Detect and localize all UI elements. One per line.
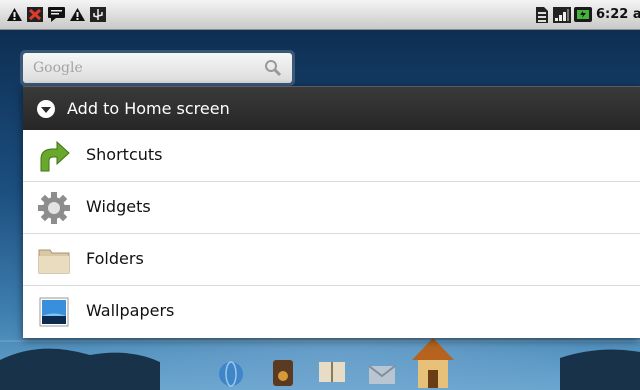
menu-item-folders[interactable]: Folders	[23, 234, 640, 286]
sim-icon	[536, 7, 548, 23]
status-clock: 6:22 am	[596, 7, 640, 22]
shortcut-arrow-icon	[40, 140, 70, 172]
dialog-title: Add to Home screen	[67, 99, 230, 118]
menu-item-widgets[interactable]: Widgets	[23, 182, 640, 234]
wallpaper-icon	[39, 297, 69, 327]
menu-item-label: Wallpapers	[86, 301, 175, 320]
dialog-header: Add to Home screen	[23, 86, 640, 131]
menu-item-label: Shortcuts	[86, 145, 163, 164]
menu-item-wallpapers[interactable]: Wallpapers	[23, 286, 640, 337]
google-search-widget[interactable]: Google	[20, 50, 295, 86]
menu-item-label: Folders	[86, 249, 144, 268]
home-dock	[200, 338, 500, 390]
warning-icon	[70, 8, 85, 21]
add-to-home-dialog: Add to Home screen Shortcuts Widgets Fol…	[23, 86, 640, 338]
search-icon[interactable]	[264, 59, 282, 77]
mail-icon[interactable]	[368, 358, 396, 386]
status-bar: 6:22 am	[0, 0, 640, 30]
usb-error-icon	[27, 7, 43, 22]
browser-globe-icon[interactable]	[218, 358, 244, 390]
search-box[interactable]: Google	[23, 53, 292, 83]
warning-icon	[7, 8, 22, 21]
usb-debug-icon	[90, 7, 106, 22]
menu-item-label: Widgets	[86, 197, 151, 216]
battery-charging-icon	[574, 7, 592, 22]
widgets-gear-icon	[38, 192, 70, 224]
dropdown-circle-icon	[37, 100, 55, 118]
home-icon[interactable]	[410, 336, 456, 390]
folder-icon	[38, 249, 70, 274]
menu-item-shortcuts[interactable]: Shortcuts	[23, 130, 640, 182]
search-placeholder: Google	[33, 60, 83, 76]
book-icon[interactable]	[318, 358, 346, 386]
music-icon[interactable]	[270, 356, 296, 388]
message-icon	[48, 7, 65, 22]
signal-icon	[553, 7, 571, 23]
